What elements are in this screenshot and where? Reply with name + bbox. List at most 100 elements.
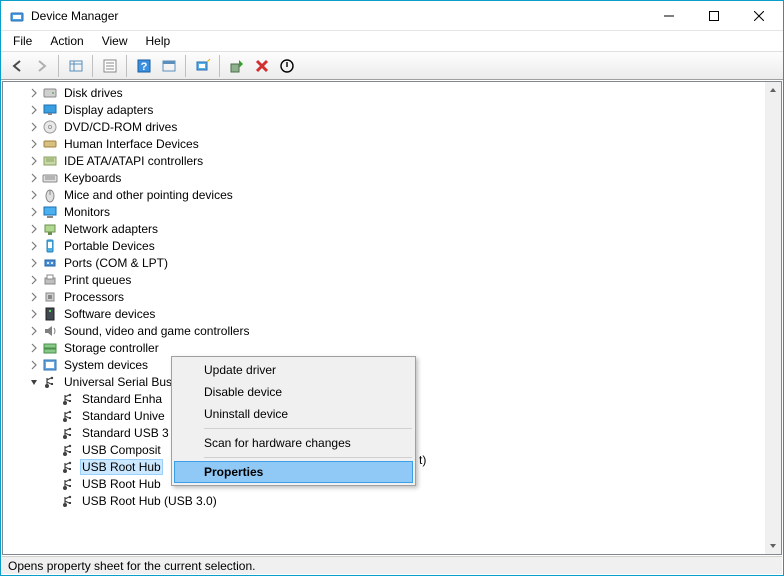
toolbar-separator [58, 55, 59, 77]
hid-icon [42, 136, 58, 152]
tree-label: Portable Devices [62, 238, 157, 254]
no-expander [45, 392, 59, 406]
close-button[interactable] [736, 1, 781, 30]
context-disable-device[interactable]: Disable device [174, 381, 413, 403]
device-category[interactable]: Monitors [3, 203, 765, 220]
uninstall-device-button[interactable] [250, 54, 273, 77]
tree-label: Universal Serial Bus [62, 374, 174, 390]
expand-icon[interactable] [27, 86, 41, 100]
expand-icon[interactable] [27, 154, 41, 168]
context-update-driver[interactable]: Update driver [174, 359, 413, 381]
expand-icon[interactable] [27, 307, 41, 321]
back-button[interactable] [5, 54, 28, 77]
expand-icon[interactable] [27, 341, 41, 355]
device-category[interactable]: Sound, video and game controllers [3, 322, 765, 339]
expand-icon[interactable] [27, 239, 41, 253]
properties-button[interactable] [98, 54, 121, 77]
scroll-up-button[interactable] [765, 82, 781, 98]
device-category[interactable]: Storage controller [3, 339, 765, 356]
no-expander [45, 477, 59, 491]
usbdev-icon [60, 391, 76, 407]
usbdev-icon [60, 425, 76, 441]
portable-icon [42, 238, 58, 254]
expand-icon[interactable] [27, 171, 41, 185]
device-category[interactable]: Portable Devices [3, 237, 765, 254]
update-driver-button[interactable] [225, 54, 248, 77]
title-bar: Device Manager [1, 1, 783, 31]
expand-icon[interactable] [27, 256, 41, 270]
expand-icon[interactable] [27, 290, 41, 304]
context-properties[interactable]: Properties [174, 461, 413, 483]
storage-icon [42, 340, 58, 356]
tree-label: DVD/CD-ROM drives [62, 119, 179, 135]
no-expander [45, 426, 59, 440]
help-button[interactable]: ? [132, 54, 155, 77]
expand-icon[interactable] [27, 358, 41, 372]
device-category[interactable]: Human Interface Devices [3, 135, 765, 152]
menu-bar: File Action View Help [1, 31, 783, 51]
device-category[interactable]: IDE ATA/ATAPI controllers [3, 152, 765, 169]
context-separator [204, 457, 412, 458]
no-expander [45, 443, 59, 457]
action-dropdown-icon[interactable] [157, 54, 180, 77]
device-item[interactable]: USB Root Hub (USB 3.0) [3, 492, 765, 509]
device-category[interactable]: Keyboards [3, 169, 765, 186]
scroll-down-button[interactable] [765, 538, 781, 554]
device-category[interactable]: Processors [3, 288, 765, 305]
tree-label: Sound, video and game controllers [62, 323, 251, 339]
device-category[interactable]: Mice and other pointing devices [3, 186, 765, 203]
minimize-button[interactable] [646, 1, 691, 30]
device-category[interactable]: Disk drives [3, 84, 765, 101]
context-uninstall-device[interactable]: Uninstall device [174, 403, 413, 425]
monitor-icon [42, 204, 58, 220]
expand-icon[interactable] [27, 324, 41, 338]
tree-label: USB Root Hub [80, 476, 163, 492]
show-hide-console-tree-button[interactable] [64, 54, 87, 77]
maximize-button[interactable] [691, 1, 736, 30]
disable-device-button[interactable] [275, 54, 298, 77]
usbdev-icon [60, 459, 76, 475]
usbdev-icon [60, 493, 76, 509]
expand-icon[interactable] [27, 205, 41, 219]
tree-label: Standard Enha [80, 391, 164, 407]
usbdev-icon [60, 476, 76, 492]
expand-icon[interactable] [27, 222, 41, 236]
network-icon [42, 221, 58, 237]
expand-icon[interactable] [27, 188, 41, 202]
device-category[interactable]: Network adapters [3, 220, 765, 237]
device-category[interactable]: Print queues [3, 271, 765, 288]
tree-label: USB Root Hub (USB 3.0) [80, 493, 219, 509]
usbdev-icon [60, 408, 76, 424]
forward-button[interactable] [30, 54, 53, 77]
menu-action[interactable]: Action [42, 32, 91, 50]
menu-file[interactable]: File [5, 32, 40, 50]
svg-text:?: ? [140, 61, 147, 73]
tree-label: Human Interface Devices [62, 136, 201, 152]
collapse-icon[interactable] [27, 375, 41, 389]
context-scan-hardware[interactable]: Scan for hardware changes [174, 432, 413, 454]
tree-label: Network adapters [62, 221, 160, 237]
expand-icon[interactable] [27, 103, 41, 117]
tree-label: USB Composit [80, 442, 163, 458]
scan-hardware-button[interactable] [191, 54, 214, 77]
device-category[interactable]: Display adapters [3, 101, 765, 118]
toolbar-separator [92, 55, 93, 77]
disk-icon [42, 85, 58, 101]
device-category[interactable]: Ports (COM & LPT) [3, 254, 765, 271]
expand-icon[interactable] [27, 120, 41, 134]
expand-icon[interactable] [27, 273, 41, 287]
ide-icon [42, 153, 58, 169]
display-icon [42, 102, 58, 118]
menu-help[interactable]: Help [138, 32, 179, 50]
usbdev-icon [60, 442, 76, 458]
vertical-scrollbar[interactable] [765, 82, 781, 554]
device-category[interactable]: Software devices [3, 305, 765, 322]
menu-view[interactable]: View [94, 32, 136, 50]
mouse-icon [42, 187, 58, 203]
toolbar-separator [219, 55, 220, 77]
toolbar: ? [1, 51, 783, 80]
device-category[interactable]: DVD/CD-ROM drives [3, 118, 765, 135]
tree-label: Software devices [62, 306, 157, 322]
window-title: Device Manager [31, 9, 646, 23]
expand-icon[interactable] [27, 137, 41, 151]
